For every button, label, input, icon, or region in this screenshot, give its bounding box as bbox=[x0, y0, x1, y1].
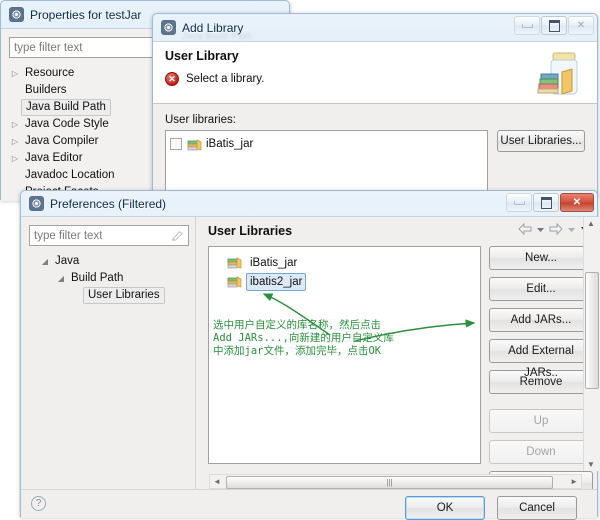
preferences-vertical-scrollbar[interactable]: ▲ ▼ bbox=[583, 217, 599, 471]
scroll-right-icon[interactable]: ► bbox=[570, 477, 578, 486]
collapse-arrow-icon[interactable]: ◢ bbox=[39, 257, 51, 266]
eclipse-window-icon bbox=[161, 20, 176, 35]
scroll-left-icon[interactable]: ◄ bbox=[213, 477, 221, 486]
add-library-list[interactable]: iBatis_jar bbox=[165, 130, 488, 192]
tree-item-java[interactable]: ◢ Java bbox=[29, 253, 195, 270]
tree-item-build-path[interactable]: ◢ Build Path bbox=[29, 270, 195, 287]
expand-arrow-icon[interactable]: ▷ bbox=[9, 120, 21, 129]
properties-window-title: Properties for testJar bbox=[30, 7, 142, 22]
tree-item-label: Javadoc Location bbox=[25, 169, 115, 181]
add-library-window[interactable]: Add Library Java Build Path ✕ User Libra… bbox=[152, 13, 598, 197]
collapse-arrow-icon[interactable]: ◢ bbox=[55, 274, 67, 283]
down-button: Down bbox=[489, 440, 593, 464]
user-libraries-label: User libraries: bbox=[165, 114, 236, 126]
maximize-icon[interactable] bbox=[533, 193, 559, 212]
remove-button[interactable]: Remove bbox=[489, 370, 593, 394]
preferences-tree[interactable]: ◢ Java ◢ Build Path User Libraries bbox=[29, 253, 195, 304]
eclipse-window-icon bbox=[9, 7, 24, 22]
add-library-message: Select a library. bbox=[186, 73, 265, 85]
add-library-window-controls[interactable]: ✕ bbox=[513, 16, 594, 35]
close-icon[interactable]: ✕ bbox=[560, 193, 594, 212]
tree-item-user-libraries[interactable]: User Libraries bbox=[29, 287, 195, 304]
preferences-filter-placeholder: type filter text bbox=[34, 229, 103, 242]
cancel-button[interactable]: Cancel bbox=[497, 496, 577, 520]
preferences-window-title: Preferences (Filtered) bbox=[50, 196, 167, 211]
add-library-titlebar[interactable]: Add Library Java Build Path ✕ bbox=[153, 14, 597, 41]
up-button: Up bbox=[489, 409, 593, 433]
minimize-icon[interactable] bbox=[506, 193, 532, 212]
add-external-jars-button[interactable]: Add External JARs.. bbox=[489, 339, 593, 379]
checkbox[interactable] bbox=[170, 138, 182, 150]
clear-filter-icon[interactable] bbox=[171, 229, 184, 242]
back-arrow-icon[interactable] bbox=[518, 223, 532, 235]
jar-with-books-icon bbox=[537, 52, 578, 95]
expand-arrow-icon[interactable]: ▷ bbox=[9, 137, 21, 146]
new-button[interactable]: New... bbox=[489, 246, 593, 270]
list-item-label: ibatis2_jar bbox=[246, 272, 307, 291]
add-library-body: User Library ✕ Select a library. User li… bbox=[153, 41, 597, 197]
list-item[interactable]: iBatis_jar bbox=[227, 253, 480, 272]
user-libraries-button[interactable]: User Libraries... bbox=[497, 130, 585, 152]
preferences-window-controls[interactable]: ✕ bbox=[505, 193, 594, 212]
tree-item-label: Java Compiler bbox=[25, 135, 99, 147]
preferences-sidebar: type filter text ◢ Java ◢ Build Path Use… bbox=[21, 217, 196, 489]
tree-item-label: Java Build Path bbox=[21, 99, 111, 116]
preferences-horizontal-scrollbar[interactable]: ◄ ► ||| bbox=[209, 474, 582, 489]
tree-item-label: Java Code Style bbox=[25, 118, 109, 130]
preferences-window[interactable]: Preferences (Filtered) ✕ type filter tex… bbox=[20, 190, 599, 520]
preferences-titlebar[interactable]: Preferences (Filtered) ✕ bbox=[21, 191, 597, 216]
properties-filter-placeholder: type filter text bbox=[14, 41, 83, 54]
tree-item-label: User Libraries bbox=[83, 287, 165, 304]
scrollbar-thumb[interactable] bbox=[585, 272, 599, 389]
scroll-up-icon[interactable]: ▲ bbox=[587, 219, 595, 228]
error-icon: ✕ bbox=[165, 72, 179, 86]
tree-item-label: Builders bbox=[25, 84, 67, 96]
minimize-icon[interactable] bbox=[514, 16, 540, 35]
add-library-content: User libraries: iBatis_jar User Librarie… bbox=[153, 104, 597, 192]
close-icon[interactable]: ✕ bbox=[568, 16, 594, 35]
help-icon[interactable]: ? bbox=[31, 496, 46, 511]
tree-item-label: Build Path bbox=[71, 272, 124, 284]
tree-item-label: Java Editor bbox=[25, 152, 83, 164]
edit-button[interactable]: Edit... bbox=[489, 277, 593, 301]
list-item[interactable]: ibatis2_jar bbox=[227, 272, 480, 291]
tree-item-label: Java bbox=[55, 255, 80, 267]
list-item-label: iBatis_jar bbox=[206, 138, 254, 150]
add-library-heading: User Library bbox=[165, 49, 239, 63]
chevron-down-icon[interactable] bbox=[536, 225, 545, 234]
ok-button[interactable]: OK bbox=[405, 496, 485, 520]
annotation-text: 选中用户自定义的库名称，然后点击 Add JARs...,向新建的用户自定义库 … bbox=[213, 319, 394, 357]
user-libraries-list[interactable]: iBatis_jar ibatis2_jar 选中用户自定义的库名称，然后点击 … bbox=[208, 246, 481, 464]
chevron-down-icon[interactable] bbox=[567, 225, 576, 234]
maximize-icon[interactable] bbox=[541, 16, 567, 35]
tree-item-label: Resource bbox=[25, 67, 75, 79]
library-books-icon bbox=[227, 276, 242, 288]
preferences-content: User Libraries iBatis_jar ibatis2_jar 选中… bbox=[196, 217, 599, 495]
eclipse-window-icon bbox=[29, 196, 44, 211]
add-jars-button[interactable]: Add JARs... bbox=[489, 308, 593, 332]
forward-arrow-icon[interactable] bbox=[549, 223, 563, 235]
list-item[interactable]: iBatis_jar bbox=[170, 135, 487, 153]
scrollbar-thumb[interactable]: ||| bbox=[226, 476, 553, 489]
library-books-icon bbox=[187, 138, 202, 150]
list-item-label: iBatis_jar bbox=[250, 256, 298, 269]
add-library-ghost-subtitle: Java Build Path bbox=[182, 31, 253, 41]
preferences-footer: ? OK Cancel bbox=[21, 489, 597, 520]
library-books-icon bbox=[227, 257, 242, 269]
expand-arrow-icon[interactable]: ▷ bbox=[9, 69, 21, 78]
scroll-down-icon[interactable]: ▼ bbox=[587, 460, 595, 469]
preferences-nav[interactable] bbox=[518, 223, 591, 235]
expand-arrow-icon[interactable]: ▷ bbox=[9, 154, 21, 163]
add-library-header: User Library ✕ Select a library. bbox=[153, 42, 597, 104]
add-library-status: ✕ Select a library. bbox=[165, 72, 587, 86]
preferences-body: type filter text ◢ Java ◢ Build Path Use… bbox=[21, 216, 599, 520]
preferences-filter-input[interactable]: type filter text bbox=[29, 225, 189, 246]
